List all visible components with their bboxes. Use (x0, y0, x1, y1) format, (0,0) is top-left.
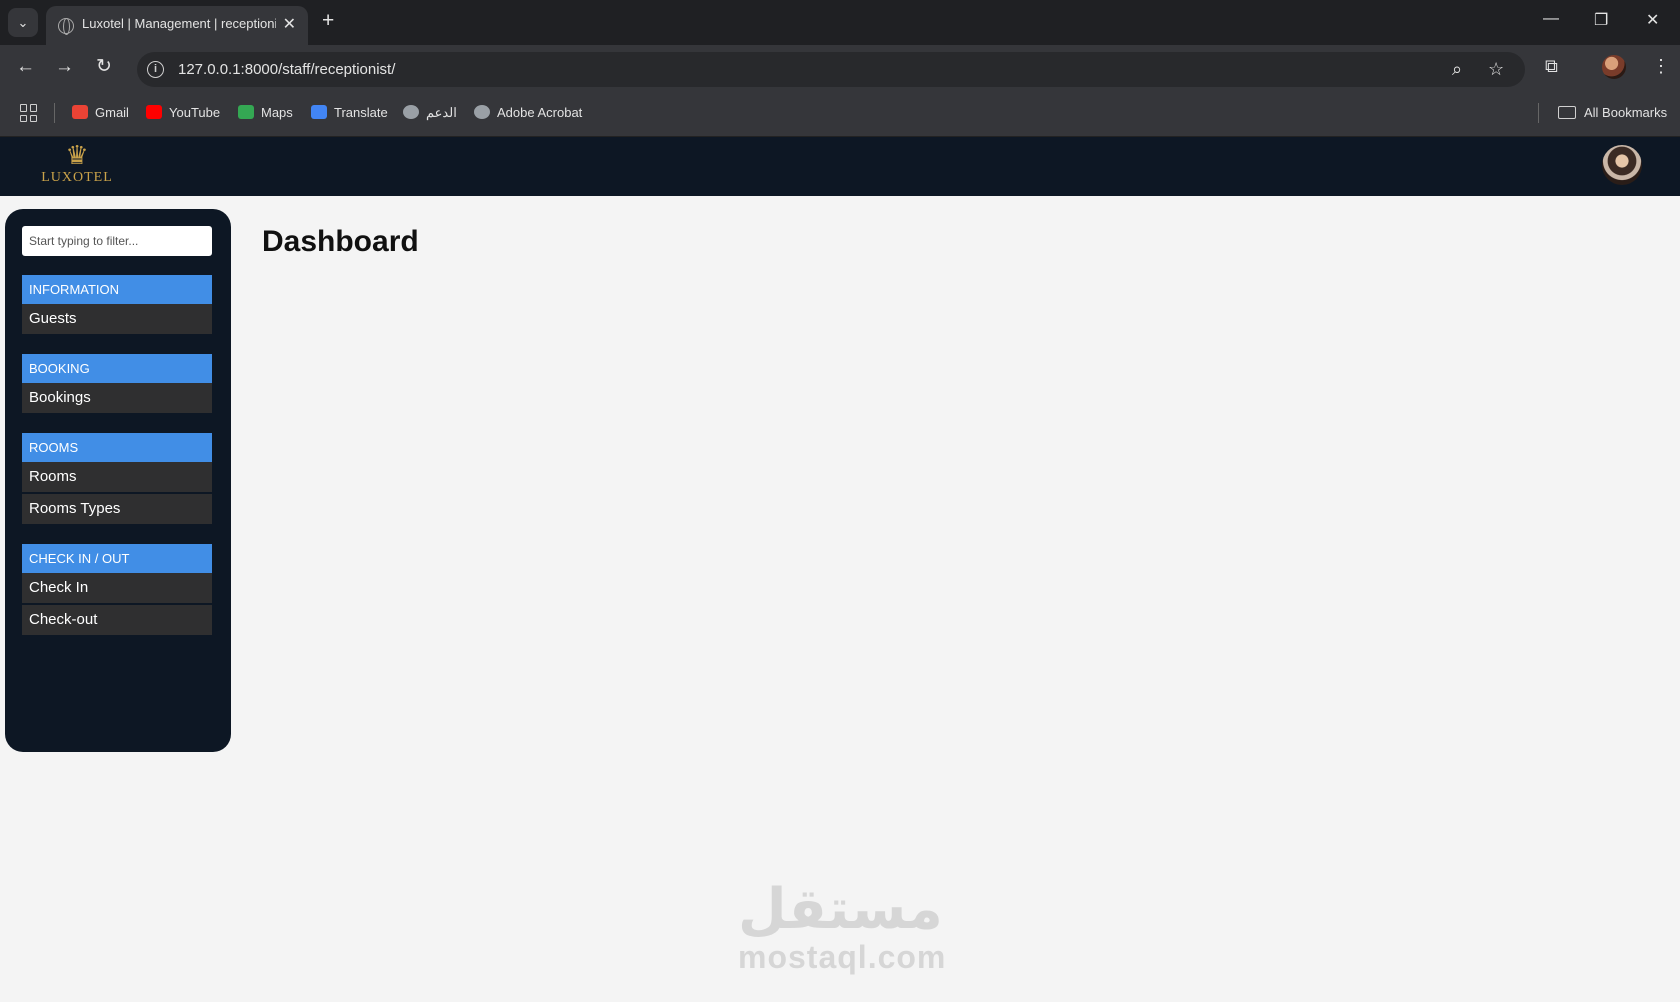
globe-icon (403, 105, 419, 119)
sidebar-item-bookings[interactable]: Bookings (22, 383, 212, 413)
browser-tab-bar: ⌄ Luxotel | Management | receptionist ✕ … (0, 0, 1680, 45)
sidebar-item-check-out[interactable]: Check-out (22, 605, 212, 635)
gmail-icon (72, 105, 88, 119)
sidebar-filter-input[interactable] (22, 226, 212, 256)
bookmark-maps[interactable]: Maps (238, 105, 293, 120)
sidebar-item-rooms-types[interactable]: Rooms Types (22, 494, 212, 524)
back-arrow-icon[interactable]: ← (16, 57, 35, 77)
section-header-rooms: ROOMS (22, 433, 212, 462)
bookmark-translate[interactable]: Translate (311, 105, 388, 120)
url-text[interactable]: 127.0.0.1:8000/staff/receptionist/ (178, 61, 395, 78)
mostaql-watermark: مستقل mostaql.com (738, 877, 947, 975)
watermark-arabic: مستقل (738, 877, 943, 942)
bookmarks-separator (54, 103, 55, 123)
user-avatar[interactable] (1602, 145, 1642, 185)
bookmark-adobe-acrobat[interactable]: Adobe Acrobat (474, 105, 582, 120)
reload-icon[interactable]: ↻ (96, 57, 112, 77)
close-window-icon[interactable]: ✕ (1646, 10, 1659, 30)
page-title: Dashboard (262, 225, 419, 258)
section-header-check-in-out: CHECK IN / OUT (22, 544, 212, 573)
globe-icon (58, 18, 74, 35)
address-bar[interactable]: i 127.0.0.1:8000/staff/receptionist/ ⌕ ☆ (137, 52, 1525, 87)
folder-icon (1558, 106, 1576, 119)
sidebar-item-check-in[interactable]: Check In (22, 573, 212, 603)
restore-icon[interactable]: ❐ (1594, 10, 1608, 30)
section-header-information: INFORMATION (22, 275, 212, 304)
bookmarks-separator (1538, 103, 1539, 123)
crown-logo-icon: ♛ (65, 140, 89, 170)
sidebar: INFORMATION Guests BOOKING Bookings ROOM… (5, 209, 231, 752)
maps-icon (238, 105, 254, 119)
bookmark-gmail[interactable]: Gmail (72, 105, 129, 120)
sidebar-item-rooms[interactable]: Rooms (22, 462, 212, 492)
sidebar-item-guests[interactable]: Guests (22, 304, 212, 334)
tab-title: Luxotel | Management | receptionist (82, 16, 276, 31)
forward-arrow-icon[interactable]: → (55, 57, 74, 77)
all-bookmarks-button[interactable]: All Bookmarks (1558, 105, 1667, 120)
site-info-icon[interactable]: i (147, 61, 164, 78)
minimize-icon[interactable]: — (1543, 10, 1559, 28)
browser-tab[interactable]: Luxotel | Management | receptionist ✕ (46, 6, 308, 45)
logo-text: LUXOTEL (41, 170, 113, 185)
section-header-booking: BOOKING (22, 354, 212, 383)
bookmark-star-icon[interactable]: ☆ (1488, 59, 1504, 80)
zoom-magnifier-icon[interactable]: ⌕ (1452, 59, 1462, 80)
bookmarks-bar: Gmail YouTube Maps Translate الدعم Adobe… (0, 91, 1680, 137)
app-header: ♛ LUXOTEL (0, 137, 1680, 196)
tab-search-chevron-icon[interactable]: ⌄ (8, 8, 38, 37)
browser-profile-avatar[interactable] (1602, 55, 1626, 79)
globe-icon (474, 105, 490, 119)
extensions-puzzle-icon[interactable]: ⧉ (1545, 56, 1558, 77)
youtube-icon (146, 105, 162, 119)
watermark-latin: mostaql.com (738, 939, 947, 975)
kebab-menu-icon[interactable]: ⋮ (1652, 56, 1670, 77)
new-tab-plus-icon[interactable]: + (322, 9, 334, 33)
browser-toolbar: ← → ↻ i 127.0.0.1:8000/staff/receptionis… (0, 45, 1680, 91)
close-tab-icon[interactable]: ✕ (283, 14, 296, 34)
bookmark-youtube[interactable]: YouTube (146, 105, 220, 120)
bookmark-support[interactable]: الدعم (403, 105, 457, 121)
translate-icon (311, 105, 327, 119)
apps-grid-icon[interactable] (20, 104, 38, 122)
luxotel-logo[interactable]: ♛ LUXOTEL (38, 140, 116, 192)
